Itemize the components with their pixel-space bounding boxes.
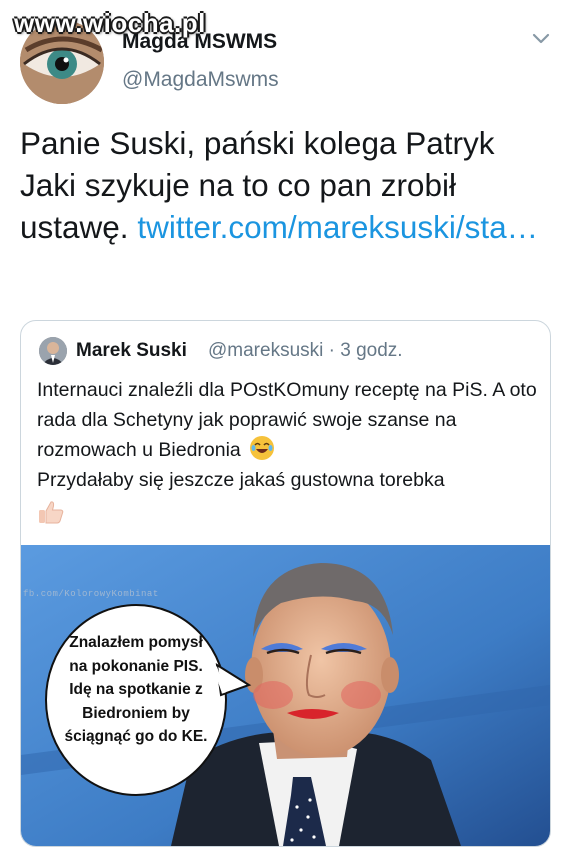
quoted-text-line2: Przydałaby się jeszcze jakaś gustowna to… <box>37 469 445 491</box>
portrait-photo <box>39 337 67 365</box>
image-watermark: fb.com/KolorowyKombinat <box>23 589 159 599</box>
tweet-text: Panie Suski, pański kolega Patryk Jaki s… <box>20 122 550 248</box>
quoted-tweet[interactable]: Marek Suski @mareksuski · 3 godz. Intern… <box>20 320 551 847</box>
quoted-text-line1: Internauci znaleźli dla POstKOmuny recep… <box>37 379 537 461</box>
chevron-down-icon[interactable] <box>531 32 551 46</box>
quoted-text: Internauci znaleźli dla POstKOmuny recep… <box>37 375 542 534</box>
tweet-link[interactable]: twitter.com/mareksuski/sta… <box>137 209 538 245</box>
quoted-author-avatar[interactable] <box>39 337 67 365</box>
quoted-author-handle[interactable]: @mareksuski · 3 godz. <box>208 340 403 362</box>
tears-of-joy-emoji <box>250 436 275 460</box>
quoted-author-name[interactable]: Marek Suski <box>76 340 187 362</box>
site-watermark: www.wiocha.pl <box>14 8 206 38</box>
quoted-image[interactable]: fb.com/KolorowyKombinat Znalazłem pomysł… <box>21 545 550 846</box>
thumbs-up-emoji <box>37 499 65 534</box>
speech-bubble-text: Znalazłem pomysł na pokonanie PIS. Idę n… <box>64 634 208 745</box>
author-handle[interactable]: @MagdaMswms <box>122 68 279 92</box>
